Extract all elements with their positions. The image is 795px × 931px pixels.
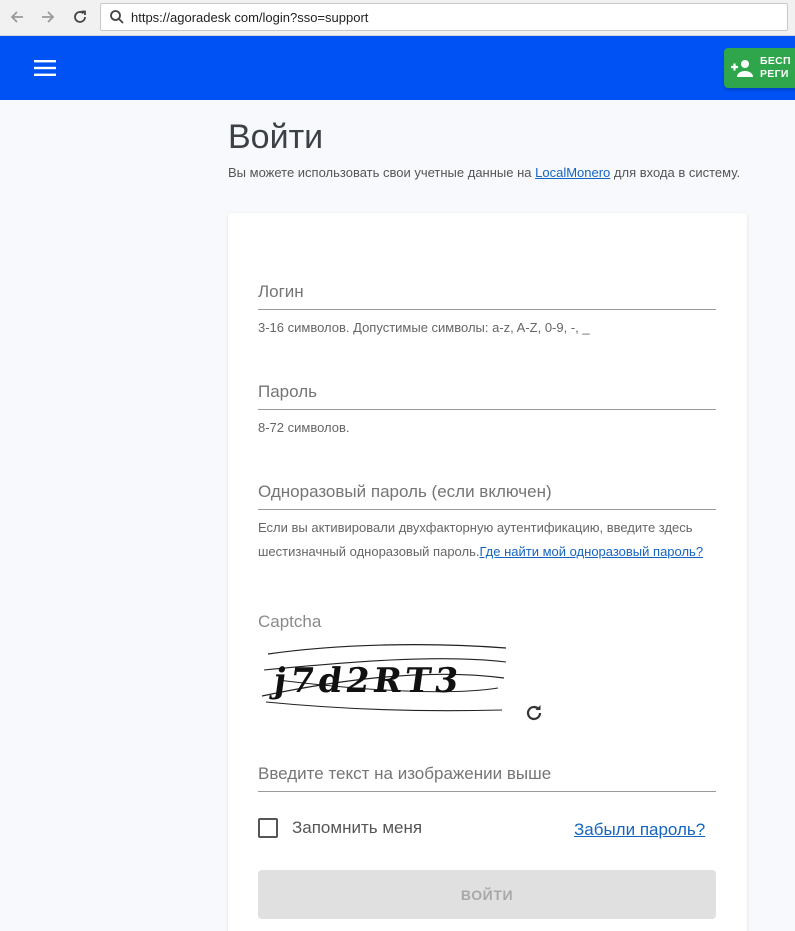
page-title: Войти [228, 118, 324, 156]
remember-label: Запомнить меня [292, 818, 423, 837]
login-field-group: Логин 3-16 символов. Допустимые символы:… [258, 276, 716, 340]
refresh-icon [526, 705, 542, 721]
reload-icon [74, 10, 86, 23]
captcha-input[interactable]: Введите текст на изображении выше [258, 758, 716, 792]
forward-button[interactable] [35, 5, 61, 29]
localmonero-link[interactable]: LocalMonero [535, 165, 610, 180]
password-input[interactable]: Пароль [258, 376, 716, 410]
arrow-right-icon [42, 11, 55, 23]
otp-input[interactable]: Одноразовый пароль (если включен) [258, 476, 716, 510]
password-helper: 8-72 символов. [258, 420, 350, 435]
app-bar: БЕСП РЕГИ [0, 36, 795, 100]
add-user-icon [731, 60, 753, 77]
captcha-label: Captcha [258, 612, 322, 631]
otp-field-group: Одноразовый пароль (если включен) Если в… [258, 476, 716, 564]
otp-helper: Если вы активировали двухфакторную аутен… [258, 516, 716, 564]
forgot-password-link[interactable]: Забыли пароль? [574, 820, 705, 840]
back-button[interactable] [4, 5, 30, 29]
remember-checkbox[interactable] [258, 818, 278, 838]
captcha-text: j7d2RT3 [268, 661, 465, 701]
captcha-refresh-button[interactable] [522, 701, 546, 725]
password-field-group: Пароль 8-72 символов. [258, 376, 716, 440]
reload-button[interactable] [67, 5, 93, 29]
menu-button[interactable] [32, 56, 58, 80]
search-icon [110, 10, 124, 24]
subtitle-text: Вы можете использовать свои учетные данн… [228, 165, 536, 180]
page-subtitle: Вы можете использовать свои учетные данн… [228, 161, 748, 184]
otp-help-link[interactable]: Где найти мой одноразовый пароль? [479, 544, 703, 559]
captcha-image: j7d2RT3 [261, 644, 507, 712]
register-label: БЕСП РЕГИ [760, 55, 791, 80]
login-helper: 3-16 символов. Допустимые символы: a-z, … [258, 320, 590, 335]
captcha-field-group: Введите текст на изображении выше [258, 758, 716, 792]
login-submit-button[interactable]: ВОЙТИ [258, 870, 716, 919]
remember-me[interactable]: Запомнить меня [258, 818, 422, 838]
register-button[interactable]: БЕСП РЕГИ [724, 48, 795, 88]
login-input[interactable]: Логин [258, 276, 716, 310]
address-bar[interactable]: https://agoradesk com/login?sso=support [100, 3, 788, 31]
arrow-left-icon [10, 11, 23, 23]
hamburger-icon [34, 60, 56, 76]
url-text: https://agoradesk com/login?sso=support [131, 9, 369, 25]
browser-toolbar: https://agoradesk com/login?sso=support [0, 0, 795, 36]
subtitle-text-end: для входа в систему. [610, 165, 741, 180]
